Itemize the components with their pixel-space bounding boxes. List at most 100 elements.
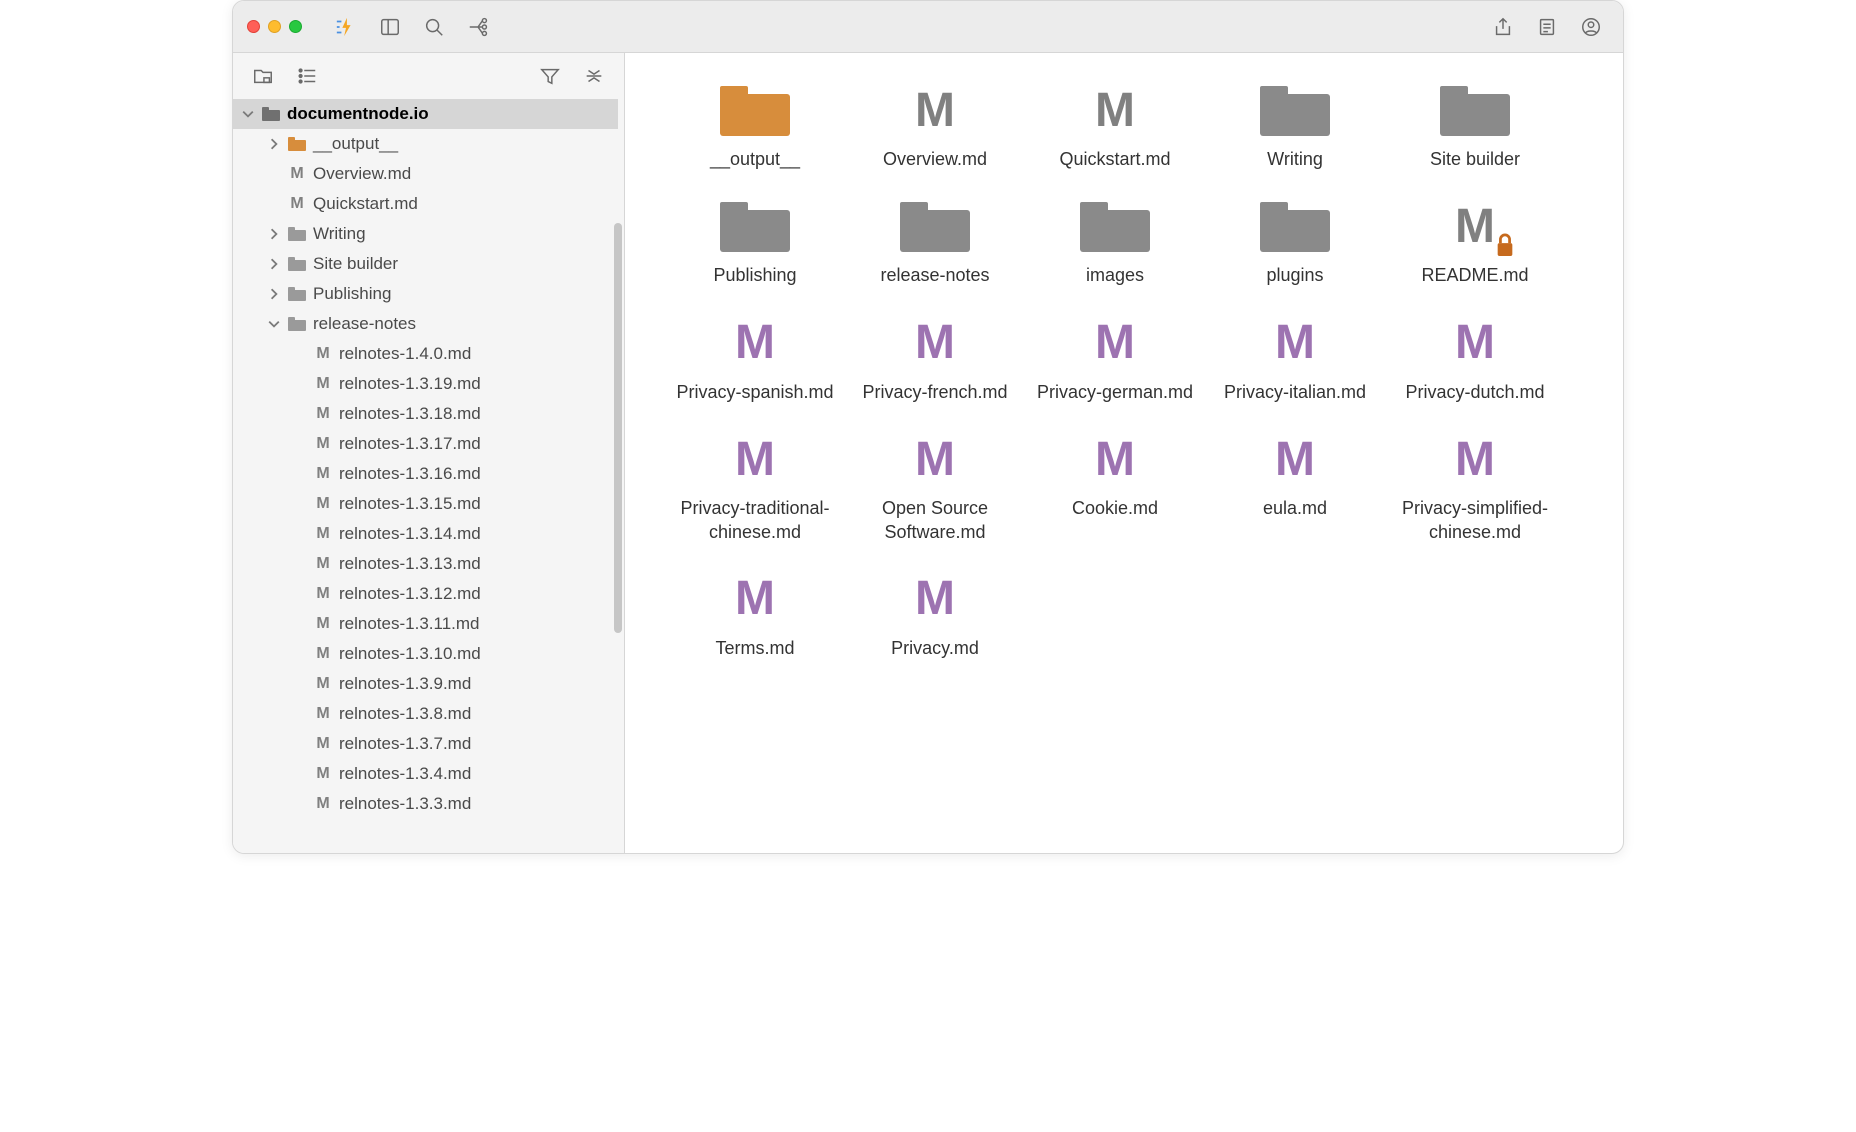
folder-icon: [288, 257, 306, 271]
toggle-sidebar-icon[interactable]: [372, 9, 408, 45]
tree-row[interactable]: release-notes: [233, 309, 618, 339]
chevron-spacer-icon: [293, 407, 307, 421]
tree-row[interactable]: __output__: [233, 129, 618, 159]
markdown-icon: M: [316, 646, 329, 662]
chevron-spacer-icon: [293, 467, 307, 481]
tree-row[interactable]: Mrelnotes-1.3.18.md: [233, 399, 618, 429]
grid-item[interactable]: __output__: [665, 83, 845, 171]
tree-scrollbar[interactable]: [614, 223, 622, 633]
grid-item[interactable]: MOverview.md: [845, 83, 1025, 171]
grid-item[interactable]: MPrivacy-german.md: [1025, 316, 1205, 404]
zoom-window-button[interactable]: [289, 20, 302, 33]
tree-item-label: relnotes-1.3.18.md: [339, 404, 481, 424]
grid-item[interactable]: MREADME.md: [1385, 199, 1565, 287]
chevron-down-icon[interactable]: [241, 107, 255, 121]
tree-row[interactable]: MOverview.md: [233, 159, 618, 189]
quick-actions-icon[interactable]: [328, 9, 364, 45]
chevron-right-icon[interactable]: [267, 137, 281, 151]
search-icon[interactable]: [416, 9, 452, 45]
tree-row[interactable]: Mrelnotes-1.3.14.md: [233, 519, 618, 549]
chevron-right-icon[interactable]: [267, 257, 281, 271]
grid-item[interactable]: Meula.md: [1205, 432, 1385, 544]
grid-item[interactable]: MPrivacy.md: [845, 572, 1025, 660]
tree-row[interactable]: Mrelnotes-1.3.13.md: [233, 549, 618, 579]
chevron-spacer-icon: [293, 437, 307, 451]
tree-row[interactable]: Mrelnotes-1.3.11.md: [233, 609, 618, 639]
tree-item-label: relnotes-1.3.16.md: [339, 464, 481, 484]
grid-item-label: Privacy-french.md: [862, 381, 1007, 404]
grid-item[interactable]: MPrivacy-french.md: [845, 316, 1025, 404]
close-window-button[interactable]: [247, 20, 260, 33]
minimize-window-button[interactable]: [268, 20, 281, 33]
grid-item-label: images: [1086, 264, 1144, 287]
collapse-icon[interactable]: [574, 58, 614, 94]
tree-row[interactable]: Mrelnotes-1.3.9.md: [233, 669, 618, 699]
markdown-icon: M: [316, 376, 329, 392]
grid-item[interactable]: Site builder: [1385, 83, 1565, 171]
tree-item-label: relnotes-1.3.17.md: [339, 434, 481, 454]
chevron-right-icon[interactable]: [267, 287, 281, 301]
tree-item-label: relnotes-1.3.11.md: [339, 614, 479, 634]
markdown-icon: M: [290, 166, 303, 182]
notes-icon[interactable]: [1529, 9, 1565, 45]
chevron-spacer-icon: [293, 677, 307, 691]
chevron-down-icon[interactable]: [267, 317, 281, 331]
grid-item[interactable]: release-notes: [845, 199, 1025, 287]
markdown-icon: M: [316, 616, 329, 632]
tree-item-label: Site builder: [313, 254, 398, 274]
grid-item-label: Terms.md: [715, 637, 794, 660]
tree-row[interactable]: Mrelnotes-1.3.19.md: [233, 369, 618, 399]
chevron-spacer-icon: [293, 737, 307, 751]
tree-row[interactable]: Mrelnotes-1.4.0.md: [233, 339, 618, 369]
grid-item[interactable]: Writing: [1205, 83, 1385, 171]
tree-row[interactable]: Mrelnotes-1.3.10.md: [233, 639, 618, 669]
outline-view-icon[interactable]: [287, 58, 327, 94]
tree-row[interactable]: Writing: [233, 219, 618, 249]
account-icon[interactable]: [1573, 9, 1609, 45]
markdown-icon: M: [915, 436, 955, 484]
tree-item-label: relnotes-1.3.12.md: [339, 584, 481, 604]
grid-item[interactable]: plugins: [1205, 199, 1385, 287]
tree-row[interactable]: MQuickstart.md: [233, 189, 618, 219]
tree-row[interactable]: Publishing: [233, 279, 618, 309]
folder-icon: [900, 202, 970, 252]
tree-row[interactable]: Mrelnotes-1.3.4.md: [233, 759, 618, 789]
grid-item[interactable]: MCookie.md: [1025, 432, 1205, 544]
tree-row[interactable]: documentnode.io: [233, 99, 618, 129]
chevron-spacer-icon: [267, 167, 281, 181]
folder-icon: [288, 137, 306, 151]
tree-row[interactable]: Mrelnotes-1.3.16.md: [233, 459, 618, 489]
tree-row[interactable]: Mrelnotes-1.3.7.md: [233, 729, 618, 759]
grid-item[interactable]: MOpen Source Software.md: [845, 432, 1025, 544]
tree-row[interactable]: Mrelnotes-1.3.15.md: [233, 489, 618, 519]
grid-item-label: __output__: [710, 148, 800, 171]
grid-item[interactable]: images: [1025, 199, 1205, 287]
grid-item[interactable]: MQuickstart.md: [1025, 83, 1205, 171]
grid-item[interactable]: MPrivacy-dutch.md: [1385, 316, 1565, 404]
grid-item[interactable]: MPrivacy-simplified-chinese.md: [1385, 432, 1565, 544]
file-tree[interactable]: documentnode.io __output__ MOverview.mdMQu…: [233, 99, 624, 853]
tree-row[interactable]: Site builder: [233, 249, 618, 279]
tree-item-label: __output__: [313, 134, 398, 154]
grid-item[interactable]: MPrivacy-italian.md: [1205, 316, 1385, 404]
lock-icon: [1494, 232, 1516, 258]
connections-icon[interactable]: [460, 9, 496, 45]
tree-row[interactable]: Mrelnotes-1.3.17.md: [233, 429, 618, 459]
tree-row[interactable]: Mrelnotes-1.3.8.md: [233, 699, 618, 729]
tree-row[interactable]: Mrelnotes-1.3.12.md: [233, 579, 618, 609]
chevron-right-icon[interactable]: [267, 227, 281, 241]
grid-item-label: Privacy-german.md: [1037, 381, 1193, 404]
grid-item[interactable]: MPrivacy-spanish.md: [665, 316, 845, 404]
markdown-icon: M: [735, 319, 775, 367]
filter-icon[interactable]: [530, 58, 570, 94]
sidebar: documentnode.io __output__ MOverview.mdMQu…: [233, 53, 625, 853]
grid-item[interactable]: MTerms.md: [665, 572, 845, 660]
grid-item[interactable]: Publishing: [665, 199, 845, 287]
chevron-spacer-icon: [293, 707, 307, 721]
tree-row[interactable]: Mrelnotes-1.3.3.md: [233, 789, 618, 819]
tree-item-label: Writing: [313, 224, 366, 244]
share-icon[interactable]: [1485, 9, 1521, 45]
project-view-icon[interactable]: [243, 58, 283, 94]
grid-item[interactable]: MPrivacy-traditional-chinese.md: [665, 432, 845, 544]
markdown-icon: M: [316, 436, 329, 452]
